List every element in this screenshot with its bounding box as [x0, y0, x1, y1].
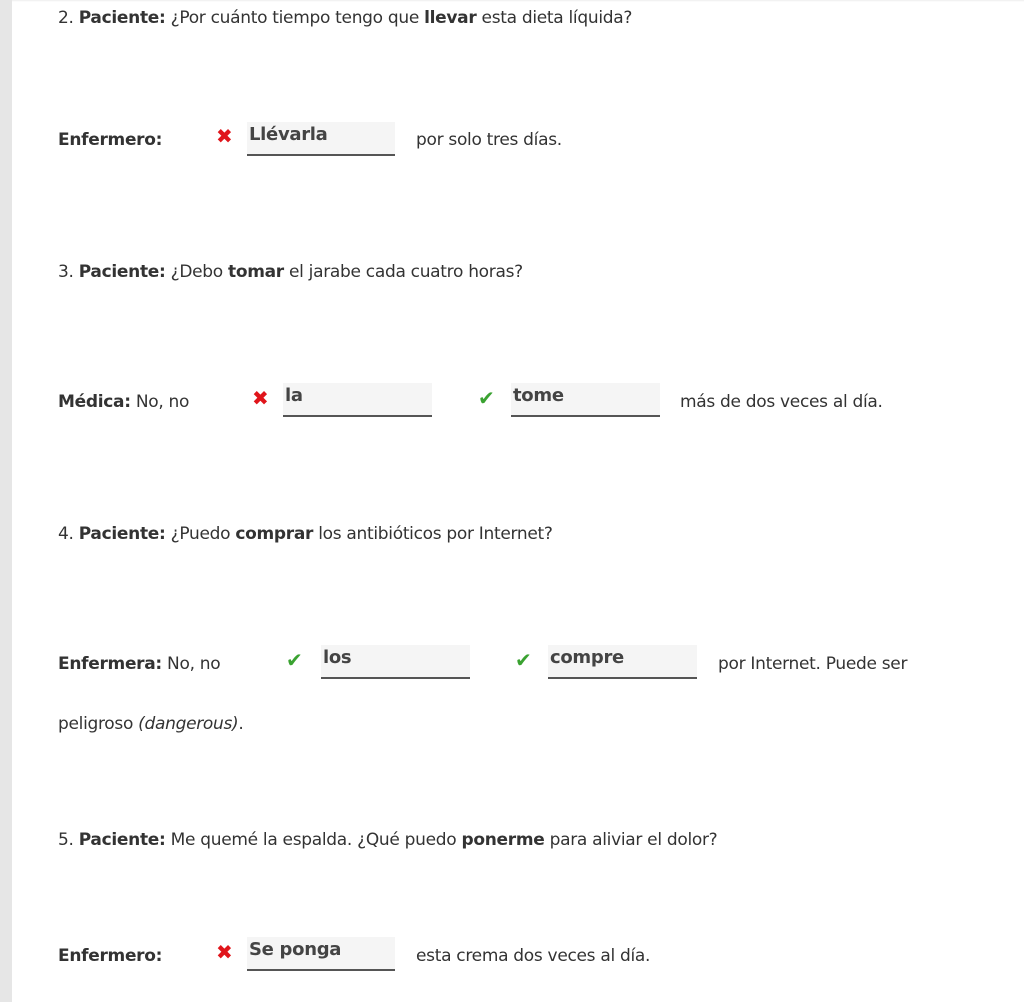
- answer-4-continuation: peligroso (dangerous).: [58, 714, 244, 734]
- answer-5-speaker: Enfermero:: [58, 946, 163, 966]
- question-number: 3.: [58, 262, 74, 282]
- left-border-strip: [0, 0, 12, 1002]
- question-verb: comprar: [235, 524, 314, 544]
- question-number: 2.: [58, 8, 74, 28]
- question-5: 5. Paciente: Me quemé la espalda. ¿Qué p…: [58, 830, 718, 850]
- check-icon: ✔: [515, 648, 532, 672]
- x-icon: ✖: [216, 940, 233, 964]
- question-text: el jarabe cada cuatro horas?: [289, 262, 523, 282]
- question-verb: llevar: [424, 8, 477, 28]
- question-verb: ponerme: [461, 830, 545, 850]
- answer-3-blank-1[interactable]: la: [283, 383, 432, 417]
- answer-3-post: más de dos veces al día.: [680, 392, 883, 412]
- question-text: ¿Por cuánto tiempo tengo que: [170, 8, 420, 28]
- question-text: esta dieta líquida?: [481, 8, 633, 28]
- check-icon: ✔: [286, 648, 303, 672]
- question-text: los antibióticos por Internet?: [318, 524, 553, 544]
- answer-5-blank-1[interactable]: Se ponga: [247, 937, 395, 971]
- speaker-label: Paciente:: [78, 524, 166, 544]
- answer-text: peligroso: [58, 714, 134, 734]
- answer-5-post: esta crema dos veces al día.: [416, 946, 651, 966]
- translation-hint: (dangerous): [138, 714, 239, 734]
- speaker-label: Paciente:: [78, 830, 166, 850]
- x-icon: ✖: [216, 124, 233, 148]
- question-text: Me quemé la espalda. ¿Qué puedo: [170, 830, 457, 850]
- question-text: para aliviar el dolor?: [549, 830, 718, 850]
- question-text: ¿Puedo: [170, 524, 231, 544]
- x-icon: ✖: [252, 386, 269, 410]
- question-4: 4. Paciente: ¿Puedo comprar los antibiót…: [58, 524, 553, 544]
- speaker-label: Paciente:: [78, 262, 166, 282]
- question-2: 2. Paciente: ¿Por cuánto tiempo tengo qu…: [58, 8, 632, 28]
- answer-3-lead: Médica: No, no: [58, 392, 189, 412]
- question-text: ¿Debo: [170, 262, 224, 282]
- answer-4-blank-2[interactable]: compre: [548, 645, 697, 679]
- answer-3-blank-2[interactable]: tome: [511, 383, 660, 417]
- answer-4-post: por Internet. Puede ser: [718, 654, 908, 674]
- question-3: 3. Paciente: ¿Debo tomar el jarabe cada …: [58, 262, 523, 282]
- answer-2-speaker: Enfermero:: [58, 130, 163, 150]
- check-icon: ✔: [478, 386, 495, 410]
- answer-4-lead: Enfermera: No, no: [58, 654, 221, 674]
- top-shade: [12, 0, 1024, 2]
- answer-text: No, no: [167, 654, 221, 674]
- speaker-label: Enfermera:: [58, 654, 162, 674]
- answer-text: .: [238, 714, 244, 734]
- speaker-label: Paciente:: [78, 8, 166, 28]
- answer-2-blank-1[interactable]: Llévarla: [247, 122, 395, 156]
- answer-2-post: por solo tres días.: [416, 130, 562, 150]
- question-number: 5.: [58, 830, 74, 850]
- speaker-label: Médica:: [58, 392, 131, 412]
- question-verb: tomar: [228, 262, 284, 282]
- question-number: 4.: [58, 524, 74, 544]
- answer-text: No, no: [135, 392, 190, 412]
- answer-4-blank-1[interactable]: los: [321, 645, 470, 679]
